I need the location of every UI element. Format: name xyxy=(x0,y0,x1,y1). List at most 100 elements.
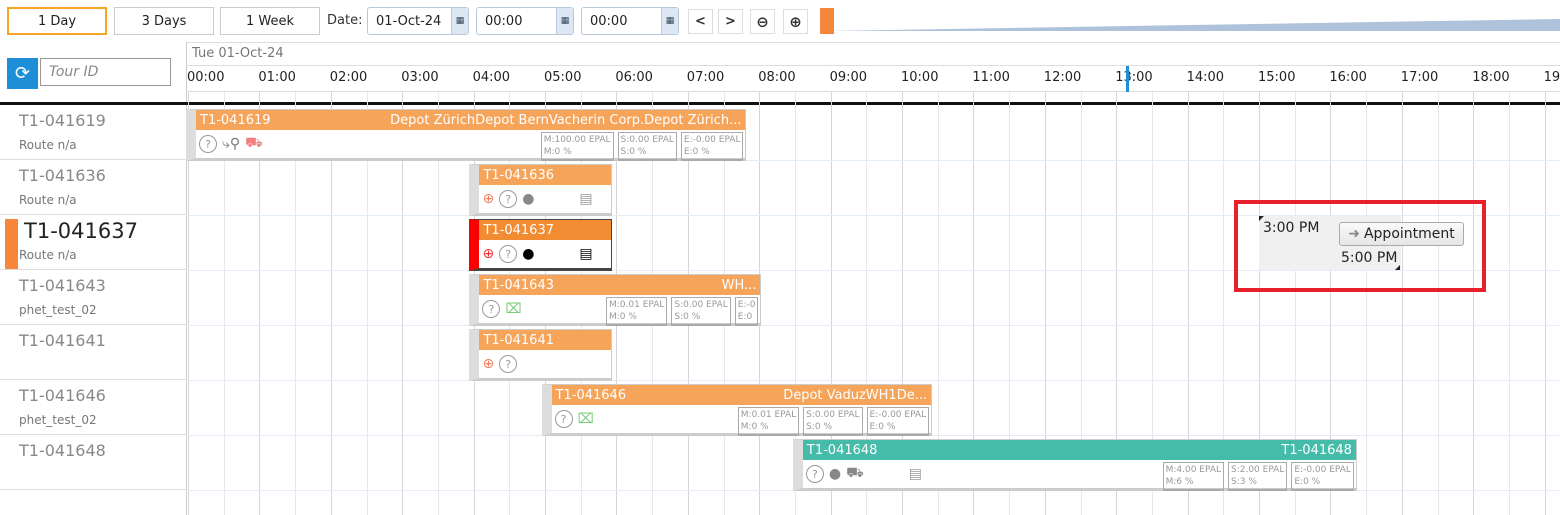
row-divider xyxy=(186,380,1560,381)
document-icon[interactable]: ▤ xyxy=(869,466,922,482)
next-button[interactable]: > xyxy=(718,9,743,34)
zoom-out-icon[interactable]: ⊖ xyxy=(750,9,775,34)
tour-bar-header: T1-041643 WH... xyxy=(479,275,761,295)
stat-line: M:4.00 EPAL xyxy=(1165,465,1221,475)
tour-bar[interactable]: T1-041637 ⊕? ● ▤ xyxy=(469,219,613,271)
time-from-input[interactable]: 00:00 ▦ xyxy=(476,7,574,35)
hour-label: 00:00 xyxy=(187,70,225,85)
zoom-in-icon[interactable]: ⊕ xyxy=(482,246,494,262)
stat-line: S:2.00 EPAL xyxy=(1231,465,1285,475)
stat-line: E:0 % xyxy=(1294,477,1321,487)
row-label[interactable]: T1-041641 xyxy=(0,325,186,380)
calendar-icon[interactable]: ▦ xyxy=(451,8,468,34)
stat-line: S:0 % xyxy=(620,147,647,157)
row-label[interactable]: T1-041643 phet_test_02 xyxy=(0,270,186,325)
zoom-in-icon[interactable]: ⊕ xyxy=(482,191,494,207)
stat-line: E:0 % xyxy=(869,422,896,432)
zoom-in-icon[interactable]: ⊕ xyxy=(482,356,494,372)
tour-bar-id: T1-041636 xyxy=(483,167,554,183)
grid-line xyxy=(1366,92,1368,515)
question-icon[interactable]: ? xyxy=(499,190,518,208)
time-picker-icon[interactable]: ▦ xyxy=(661,8,678,34)
hour-label: 10:00 xyxy=(901,70,939,85)
stat-line: M:0 % xyxy=(609,312,637,322)
question-icon[interactable]: ? xyxy=(499,245,518,263)
tour-bar-id: T1-041641 xyxy=(483,332,554,348)
row-label[interactable]: T1-041619 Route n/a xyxy=(0,105,186,160)
tour-id-input[interactable]: Tour ID xyxy=(40,58,171,86)
person-icon[interactable]: ● xyxy=(522,191,534,207)
document-icon[interactable]: ▤ xyxy=(539,191,592,207)
range-1-week-button[interactable]: 1 Week xyxy=(220,7,320,35)
row-tour-id: T1-041648 xyxy=(19,441,106,460)
row-label[interactable]: T1-041636 Route n/a xyxy=(0,160,186,215)
search-go-icon[interactable]: ⟳ xyxy=(7,58,38,89)
divider xyxy=(186,42,1560,43)
tour-bar[interactable]: T1-041646 Depot VaduzWH1De...? ⌧ M:0.01 EPA… xyxy=(541,384,933,436)
load-stat: E:-0 E:0 xyxy=(734,297,759,326)
zoom-in-icon[interactable]: ⊕ xyxy=(783,9,808,34)
stat-line: M:100.00 EPAL xyxy=(543,135,611,145)
load-stat: S:0.00 EPAL S:0 % xyxy=(803,407,863,436)
question-icon[interactable]: ? xyxy=(554,410,573,428)
tour-bar[interactable]: T1-041641 ⊕? xyxy=(469,329,613,381)
tour-bar-header: T1-041646 Depot VaduzWH1De... xyxy=(551,385,932,405)
tour-bar-id: T1-041646 xyxy=(555,387,627,403)
load-stat: S:2.00 EPAL S:3 % xyxy=(1228,462,1288,491)
hour-label: 13:00 xyxy=(1115,70,1153,85)
prev-button[interactable]: < xyxy=(688,9,713,34)
truck-icon[interactable]: ⛟ xyxy=(846,465,864,483)
row-label[interactable]: T1-041637 Route n/a xyxy=(0,215,186,270)
hour-label: 08:00 xyxy=(758,70,796,85)
tour-bar-stops: Depot ZürichDepot BernVacherin Corp.Depo… xyxy=(390,112,742,128)
range-1-day-button[interactable]: 1 Day xyxy=(7,7,107,35)
range-3-days-button[interactable]: 3 Days xyxy=(114,7,214,35)
row-tour-id: T1-041637 xyxy=(24,219,138,243)
stat-line: M:6 % xyxy=(1165,477,1194,487)
question-icon[interactable]: ? xyxy=(499,355,518,373)
forklift-icon[interactable]: ⛟ xyxy=(245,135,263,153)
document-icon[interactable]: ▤ xyxy=(539,246,592,262)
tour-bar[interactable]: T1-041643 WH...? ⌧ M:0.01 EPAL M:0 % S:0.00 E… xyxy=(469,274,762,326)
pallet-icon[interactable]: ⌧ xyxy=(505,301,521,317)
tour-bar-id: T1-041648 xyxy=(806,442,878,458)
row-label[interactable]: T1-041648 xyxy=(0,435,186,490)
stat-line: M:0 % xyxy=(740,422,769,432)
current-time-marker xyxy=(1126,66,1129,92)
person-icon[interactable]: ● xyxy=(829,466,841,482)
row-tour-id: T1-041646 xyxy=(19,386,106,405)
date-value: 01-Oct-24 xyxy=(376,13,442,29)
date-input[interactable]: 01-Oct-24 ▦ xyxy=(367,7,469,35)
hour-label: 16:00 xyxy=(1329,70,1367,85)
hour-label: 04:00 xyxy=(472,70,511,85)
grid-line xyxy=(1401,92,1403,515)
load-stat: E:-0.00 EPAL E:0 % xyxy=(1291,462,1354,491)
row-label[interactable]: T1-041646 phet_test_02 xyxy=(0,380,186,435)
person-icon[interactable]: ● xyxy=(522,246,534,262)
tour-bar-header: T1-041648 T1-041648 xyxy=(802,440,1356,460)
row-route: Route n/a xyxy=(19,248,77,262)
row-tour-id: T1-041636 xyxy=(19,166,106,185)
zoom-slider-handle[interactable] xyxy=(820,8,834,34)
hour-label: 12:00 xyxy=(1043,70,1082,85)
zoom-slider-track[interactable] xyxy=(825,13,1560,31)
tour-bar[interactable]: T1-041619 Depot ZürichDepot BernVacherin … xyxy=(186,109,747,161)
header-separator xyxy=(0,102,1560,105)
tour-bar[interactable]: T1-041648 T1-041648? ● ⛟ ▤ M:4.00 EPAL M:6 % S:… xyxy=(792,439,1357,491)
question-icon[interactable]: ? xyxy=(482,300,501,318)
pallet-icon[interactable]: ⌧ xyxy=(578,411,594,427)
route-icon[interactable]: ⤷⚲ xyxy=(222,136,240,152)
selected-indicator xyxy=(5,219,18,269)
time-picker-icon[interactable]: ▦ xyxy=(556,8,573,34)
time-to-value: 00:00 xyxy=(590,13,628,29)
row-tour-id: T1-041619 xyxy=(19,111,106,130)
question-icon[interactable]: ? xyxy=(199,135,217,153)
row-route: Route n/a xyxy=(19,193,77,207)
question-icon[interactable]: ? xyxy=(805,465,824,483)
hour-label: 09:00 xyxy=(829,70,868,85)
time-to-input[interactable]: 00:00 ▦ xyxy=(581,7,679,35)
tour-bar-header: T1-041619 Depot ZürichDepot BernVacherin … xyxy=(196,110,746,130)
tour-bar[interactable]: T1-041636 ⊕? ● ▤ xyxy=(469,164,613,216)
load-stat: S:0.00 EPAL S:0 % xyxy=(617,132,677,161)
grid-line xyxy=(1508,92,1510,515)
